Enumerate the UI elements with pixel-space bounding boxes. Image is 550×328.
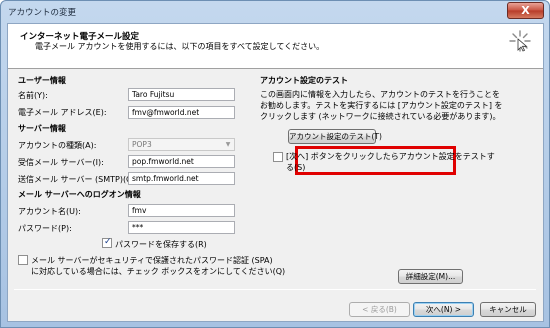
window-title: アカウントの変更 [8, 8, 77, 18]
back-button[interactable]: < 戻る(B) [349, 302, 410, 317]
incoming-server-label: 受信メール サーバー(I): [18, 158, 104, 167]
account-name-field[interactable]: fmv [128, 204, 235, 217]
account-name-label: アカウント名(U): [18, 207, 81, 216]
spa-checkbox[interactable] [18, 255, 28, 265]
password-field[interactable]: *** [128, 221, 235, 234]
close-button[interactable]: X [507, 2, 544, 19]
dialog-body: インターネット電子メール設定 電子メール アカウントを使用するには、以下の項目を… [7, 23, 544, 322]
incoming-server-field[interactable]: pop.fmworld.net [128, 155, 235, 168]
chevron-down-icon: ▼ [225, 141, 231, 148]
auto-test-label-line2: る(S) [286, 163, 306, 172]
account-type-value: POP3 [132, 140, 152, 149]
name-label: 名前(Y): [18, 91, 48, 100]
advanced-settings-button[interactable]: 詳細設定(M)... [398, 269, 463, 284]
account-type-label: アカウントの種類(A): [18, 141, 97, 150]
next-button[interactable]: 次へ(N) > [413, 302, 474, 317]
sparkle-icon [509, 30, 531, 52]
logon-info-heading: メール サーバーへのログオン情報 [18, 190, 141, 199]
email-label: 電子メール アドレス(E): [18, 108, 107, 117]
spa-label-line1: メール サーバーがセキュリティで保護されたパスワード認証 (SPA) [31, 256, 273, 265]
outgoing-server-field[interactable]: smtp.fmworld.net [128, 172, 235, 185]
remember-password-checkbox[interactable] [102, 237, 112, 248]
remember-password-label: パスワードを保存する(R) [115, 240, 207, 249]
auto-test-checkbox[interactable] [273, 152, 283, 162]
footer-divider [14, 289, 536, 290]
email-field[interactable]: fmv@fmworld.net [128, 106, 235, 119]
test-description-line3: クリックします (ネットワークに接続されている必要があります)。 [260, 112, 501, 121]
dialog-header: インターネット電子メール設定 電子メール アカウントを使用するには、以下の項目を… [8, 24, 543, 69]
test-description-line2: お勧めします。テストを実行するには [アカウント設定のテスト] を [260, 101, 503, 110]
auto-test-label-line1: [次へ] ボタンをクリックしたらアカウント設定をテストす [286, 152, 495, 161]
user-info-heading: ユーザー情報 [18, 76, 66, 85]
test-account-button[interactable]: アカウント設定のテスト(T) [288, 129, 382, 144]
account-change-dialog: アカウントの変更 X インターネット電子メール設定 電子メール アカウントを使用… [0, 0, 550, 328]
account-test-heading: アカウント設定のテスト [260, 76, 348, 85]
cancel-button[interactable]: キャンセル [480, 302, 536, 317]
server-info-heading: サーバー情報 [18, 124, 66, 133]
account-type-select: POP3 ▼ [128, 138, 235, 151]
outgoing-server-label: 送信メール サーバー (SMTP)(O): [18, 175, 139, 184]
password-label: パスワード(P): [18, 224, 72, 233]
name-field[interactable]: Taro Fujitsu [128, 88, 235, 101]
header-description: 電子メール アカウントを使用するには、以下の項目をすべて設定してください。 [35, 42, 325, 51]
test-description-line1: この画面内に情報を入力したら、アカウントのテストを行うことを [260, 90, 500, 99]
title-bar: アカウントの変更 X [1, 1, 549, 23]
spa-label-line2: に対応している場合には、チェック ボックスをオンにしてください(Q) [31, 267, 286, 276]
